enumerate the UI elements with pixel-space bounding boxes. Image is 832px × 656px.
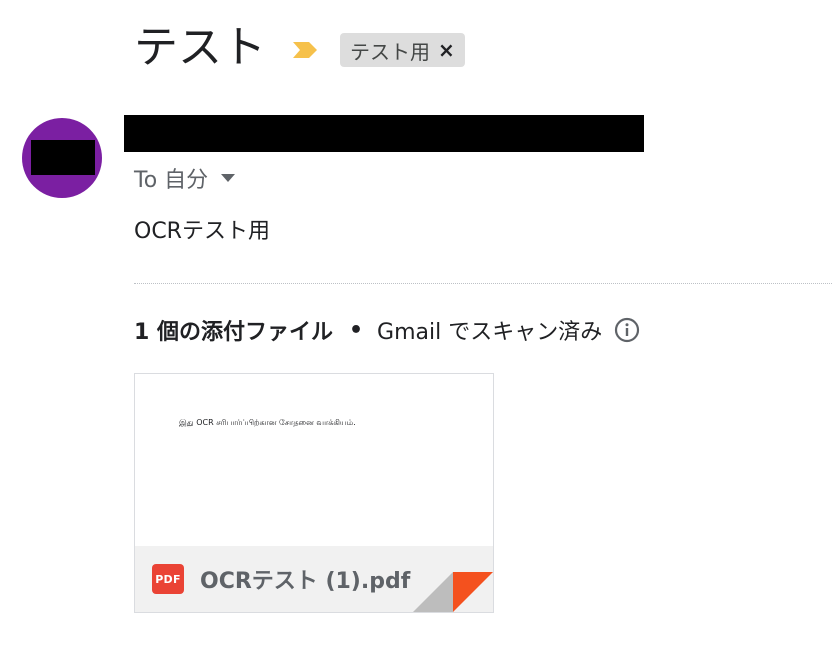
caret-down-icon xyxy=(221,174,236,182)
info-icon[interactable] xyxy=(614,317,640,343)
attachment-filename: OCRテスト (1).pdf xyxy=(200,569,411,594)
separator-dot: • xyxy=(348,317,364,343)
recipient-details-toggle[interactable]: To 自分 xyxy=(134,160,236,196)
email-subject: テスト xyxy=(134,22,266,73)
pdf-file-icon: PDF xyxy=(152,564,184,594)
attachment-preview: இது OCR சரிபார்ப்பிற்கான சோதனை வாக்கியம்… xyxy=(135,374,493,546)
attachment-count: 1 個の添付ファイル xyxy=(134,320,333,345)
importance-marker-icon[interactable] xyxy=(291,40,319,60)
attachments-divider xyxy=(134,283,832,284)
scan-status: Gmail でスキャン済み xyxy=(377,320,603,345)
remove-label-button[interactable]: × xyxy=(438,40,455,60)
label-chip-text: テスト用 xyxy=(350,39,430,64)
page-fold-corner-icon xyxy=(413,572,493,612)
attachment-preview-text: இது OCR சரிபார்ப்பிற்கான சோதனை வாக்கியம்… xyxy=(179,418,356,427)
avatar-redaction xyxy=(31,140,95,175)
attachments-header: 1 個の添付ファイル • Gmail でスキャン済み xyxy=(134,310,640,350)
sender-name-redaction xyxy=(124,115,644,152)
message-body: OCRテスト用 xyxy=(134,219,270,244)
label-chip[interactable]: テスト用 × xyxy=(340,33,465,67)
email-view: テスト テスト用 × To 自分 OCRテスト用 1 個の添付ファイル • Gm… xyxy=(0,0,832,656)
recipient-label: To 自分 xyxy=(134,168,209,193)
attachment-card[interactable]: இது OCR சரிபார்ப்பிற்கான சோதனை வாக்கியம்… xyxy=(134,373,494,613)
